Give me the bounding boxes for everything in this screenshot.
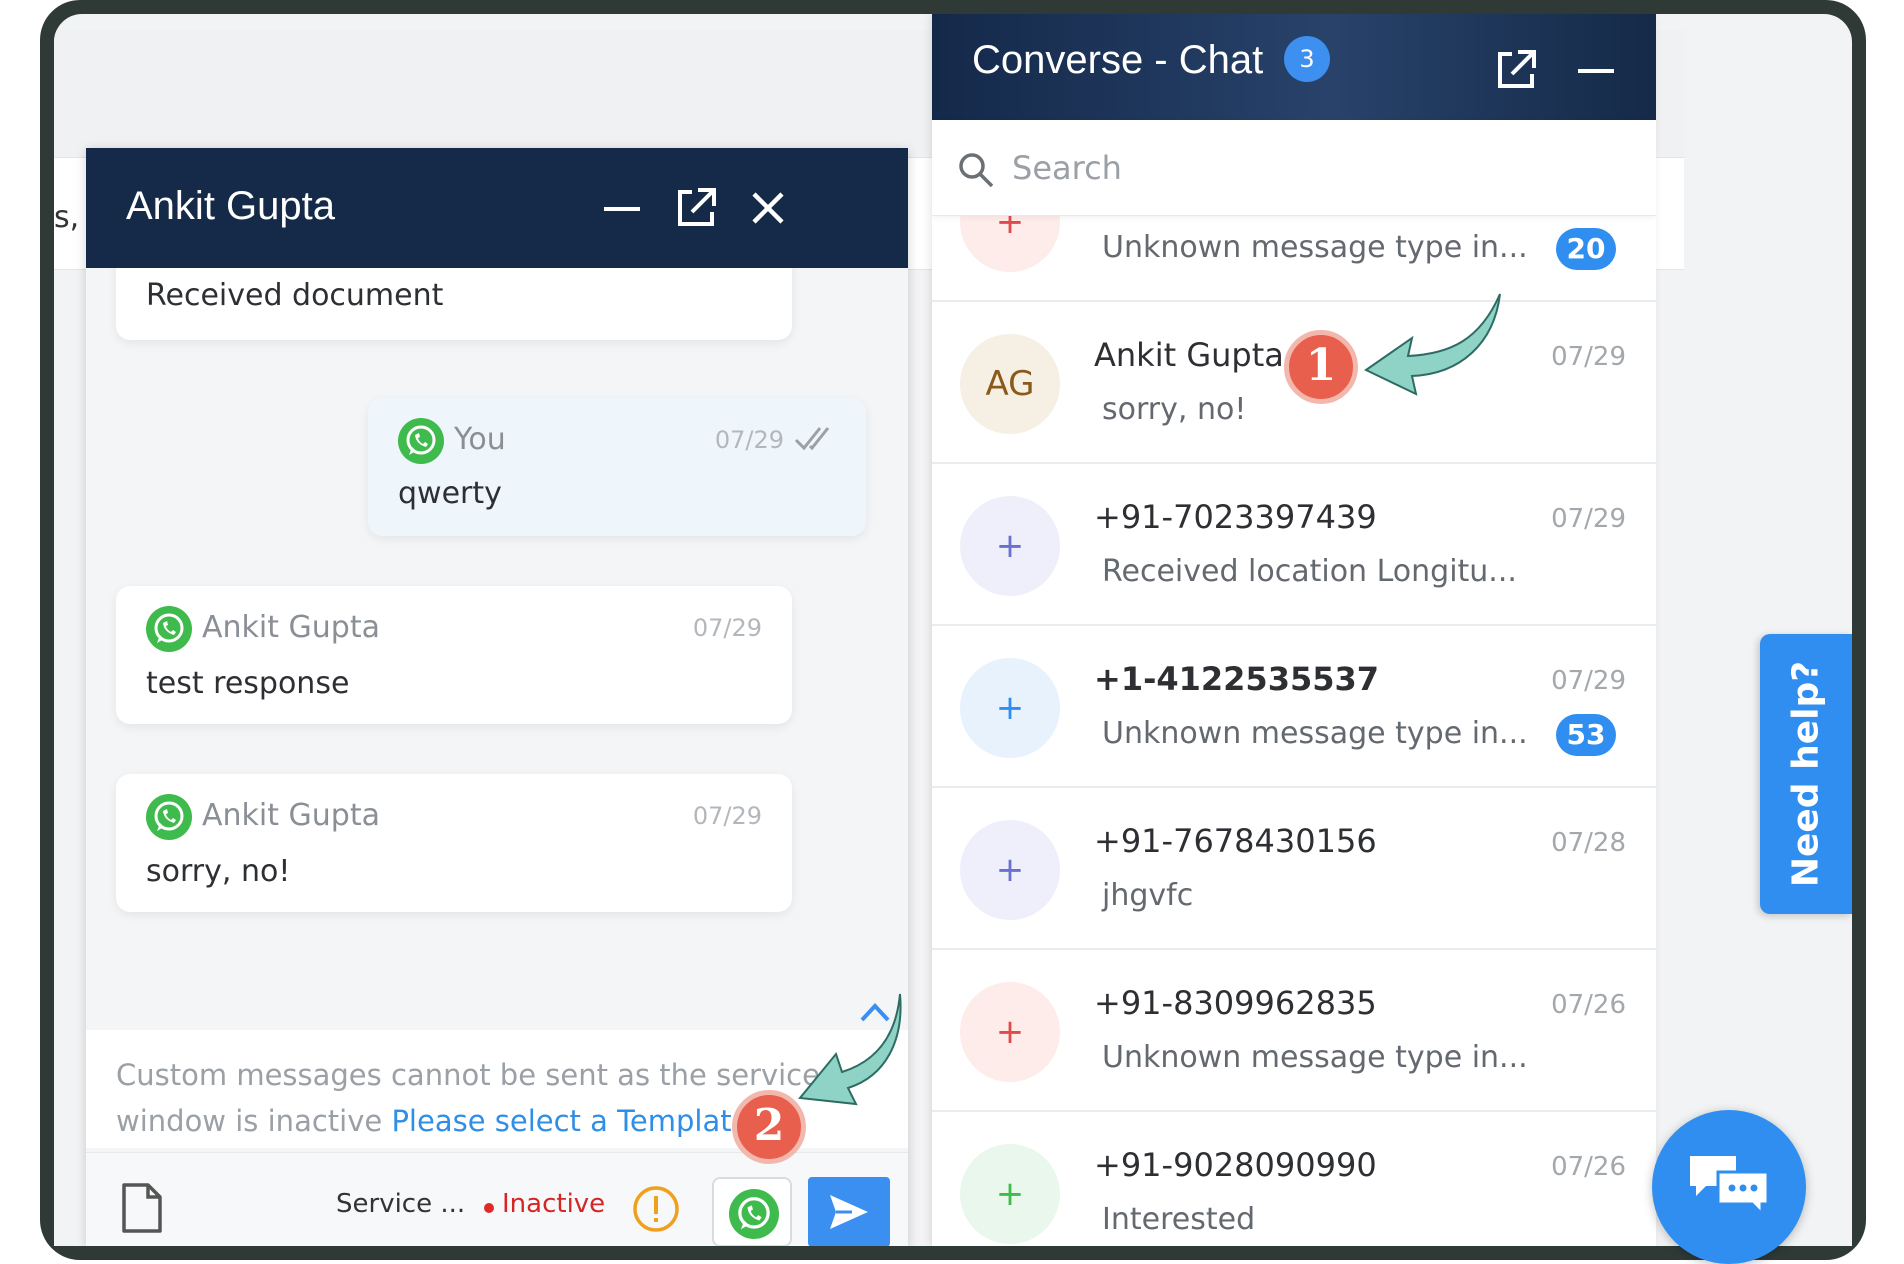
conversation-header: Ankit Gupta bbox=[86, 148, 908, 268]
close-icon[interactable] bbox=[744, 184, 792, 232]
whatsapp-icon bbox=[146, 606, 192, 652]
chat-preview: Unknown message type in... bbox=[1102, 230, 1528, 265]
message-text: test response bbox=[146, 666, 350, 701]
message-bubble-incoming: Ankit Gupta 07/29 sorry, no! bbox=[116, 774, 792, 912]
chat-list-item[interactable]: + +91-7023397439 Received location Longi… bbox=[932, 464, 1656, 626]
contact-name: +91-7023397439 bbox=[1094, 498, 1377, 536]
contact-avatar: + bbox=[960, 658, 1060, 758]
message-text: Received document bbox=[146, 278, 444, 313]
search-bar bbox=[932, 120, 1656, 216]
contact-avatar: + bbox=[960, 820, 1060, 920]
message-bubble: Received document bbox=[116, 268, 792, 340]
chat-time: 07/26 bbox=[1551, 990, 1626, 1020]
screen: s, o Ankit Gupta Received document You 0… bbox=[54, 14, 1852, 1246]
need-help-label: Need help? bbox=[1785, 660, 1827, 888]
chat-list-item[interactable]: + +1-4122535537 Unknown message type in.… bbox=[932, 626, 1656, 788]
contact-name: +91-8309962835 bbox=[1094, 984, 1377, 1022]
message-text: qwerty bbox=[398, 476, 502, 511]
minimize-icon[interactable] bbox=[598, 184, 646, 232]
message-text: sorry, no! bbox=[146, 854, 291, 889]
chat-list-panel: Converse - Chat 3 + Unknown message type… bbox=[932, 14, 1656, 1246]
message-list[interactable]: Received document You 07/29 qwerty Ankit… bbox=[86, 268, 908, 1006]
external-link-icon[interactable] bbox=[1492, 46, 1540, 94]
message-bubble-outgoing: You 07/29 qwerty bbox=[368, 398, 866, 536]
contact-avatar: + bbox=[960, 982, 1060, 1082]
contact-avatar: + bbox=[960, 496, 1060, 596]
message-time: 07/29 bbox=[692, 614, 762, 642]
search-icon bbox=[959, 153, 994, 188]
contact-name: +91-7678430156 bbox=[1094, 822, 1377, 860]
double-check-icon bbox=[794, 427, 830, 451]
contact-name: +1-4122535537 bbox=[1094, 660, 1380, 698]
chat-preview: Unknown message type in... bbox=[1102, 716, 1528, 751]
conversation-window: Ankit Gupta Received document You 07/29 … bbox=[86, 148, 908, 1246]
chat-preview: Received location Longitu... bbox=[1102, 554, 1517, 589]
chat-list-header: Converse - Chat 3 bbox=[932, 14, 1656, 120]
chat-time: 07/29 bbox=[1551, 504, 1626, 534]
unread-badge: 20 bbox=[1556, 228, 1616, 270]
whatsapp-icon bbox=[729, 1189, 779, 1239]
chat-launcher-button[interactable] bbox=[1652, 1110, 1806, 1264]
warning-icon[interactable] bbox=[632, 1185, 680, 1233]
contact-name: +91-9028090990 bbox=[1094, 1146, 1377, 1184]
device-frame: s, o Ankit Gupta Received document You 0… bbox=[40, 0, 1866, 1260]
unread-badge: 53 bbox=[1556, 714, 1616, 756]
arrow-icon bbox=[798, 993, 902, 1106]
contact-avatar: + bbox=[960, 1144, 1060, 1244]
service-label: Service ... bbox=[336, 1189, 466, 1219]
unread-count-badge: 3 bbox=[1284, 36, 1330, 82]
background-text-fragment: s, bbox=[54, 200, 80, 235]
chat-list-title: Converse - Chat bbox=[972, 38, 1264, 82]
arrow-icon bbox=[1364, 293, 1501, 396]
message-time: 07/29 bbox=[714, 426, 784, 454]
search-input[interactable] bbox=[1012, 144, 1612, 192]
document-icon[interactable] bbox=[120, 1181, 164, 1235]
message-bubble-incoming: Ankit Gupta 07/29 test response bbox=[116, 586, 792, 724]
composer-bar: Service ... Inactive bbox=[86, 1152, 908, 1246]
chat-preview: Interested bbox=[1102, 1202, 1256, 1237]
chat-time: 07/26 bbox=[1551, 1152, 1626, 1182]
send-icon bbox=[830, 1195, 868, 1229]
chat-time: 07/28 bbox=[1551, 828, 1626, 858]
whatsapp-icon bbox=[398, 418, 444, 464]
chat-preview: Unknown message type in... bbox=[1102, 1040, 1528, 1075]
send-button[interactable] bbox=[808, 1177, 890, 1246]
external-link-icon[interactable] bbox=[672, 184, 720, 232]
select-template-link[interactable]: Please select a Template bbox=[391, 1104, 749, 1138]
chat-bubbles-icon bbox=[1690, 1156, 1770, 1218]
whatsapp-icon bbox=[146, 794, 192, 840]
message-time: 07/29 bbox=[692, 802, 762, 830]
message-sender: Ankit Gupta bbox=[202, 798, 380, 833]
conversation-title: Ankit Gupta bbox=[126, 184, 336, 228]
callout-badge: 1 bbox=[1284, 330, 1358, 404]
chat-time: 07/29 bbox=[1551, 342, 1626, 372]
chat-list-item[interactable]: + +91-7678430156 jhgvfc 07/28 bbox=[932, 788, 1656, 950]
status-dot bbox=[484, 1203, 494, 1213]
contact-avatar: AG bbox=[960, 334, 1060, 434]
message-sender: You bbox=[454, 422, 506, 457]
need-help-tab[interactable]: Need help? bbox=[1760, 634, 1852, 914]
contact-name: Ankit Gupta bbox=[1094, 336, 1284, 374]
minimize-icon[interactable] bbox=[1572, 46, 1620, 94]
whatsapp-template-button[interactable] bbox=[712, 1177, 792, 1246]
chat-preview: sorry, no! bbox=[1102, 392, 1247, 427]
service-status: Inactive bbox=[502, 1189, 606, 1219]
chat-preview: jhgvfc bbox=[1102, 878, 1194, 913]
chat-time: 07/29 bbox=[1551, 666, 1626, 696]
callout-badge: 2 bbox=[732, 1090, 806, 1164]
message-sender: Ankit Gupta bbox=[202, 610, 380, 645]
chat-list-item[interactable]: + +91-8309962835 Unknown message type in… bbox=[932, 950, 1656, 1112]
chat-list-item[interactable]: + +91-9028090990 Interested 07/26 bbox=[932, 1112, 1656, 1246]
